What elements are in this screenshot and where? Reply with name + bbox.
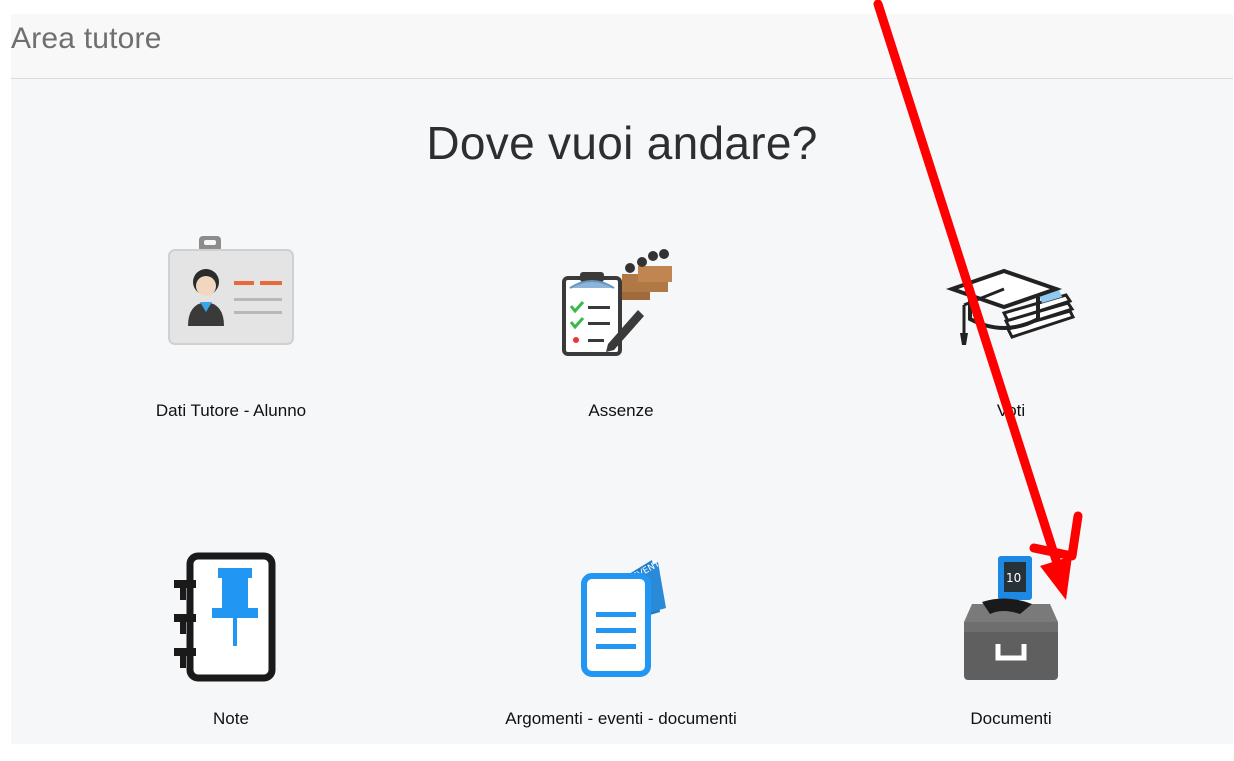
tile-note[interactable]: Note [51, 549, 411, 744]
attendance-clipboard-icon [562, 249, 672, 356]
tile-voti[interactable]: Voti [831, 234, 1191, 424]
notebook-pushpin-icon [174, 552, 276, 682]
tile-label: Assenze [588, 401, 654, 420]
tile-label: Argomenti - eventi - documenti [505, 709, 737, 728]
tile-assenze[interactable]: Assenze [441, 234, 801, 424]
page-title: Area tutore [11, 22, 162, 55]
svg-text:10: 10 [1006, 571, 1021, 585]
tile-label: Dati Tutore - Alunno [155, 401, 307, 420]
tutor-area-panel: Area tutore Dove vuoi andare? Dati Tutor… [11, 14, 1233, 744]
tile-label: Voti [996, 401, 1026, 420]
tile-label: Note [213, 709, 249, 728]
event-document-icon: EVENT [581, 559, 666, 677]
tile-label: Documenti [970, 709, 1052, 728]
tile-dati-tutore-alunno[interactable]: Dati Tutore - Alunno [51, 234, 411, 424]
tile-documenti[interactable]: 10 Documenti [831, 549, 1191, 744]
document-archive-icon: 10 [964, 556, 1058, 680]
main-heading: Dove vuoi andare? [426, 117, 818, 169]
top-bar: Area tutore [11, 14, 1233, 79]
id-card-icon [168, 236, 294, 345]
tile-argomenti-eventi-documenti[interactable]: EVENT Argomenti - eventi - documenti [441, 549, 801, 744]
graduation-cap-icon [946, 268, 1076, 345]
